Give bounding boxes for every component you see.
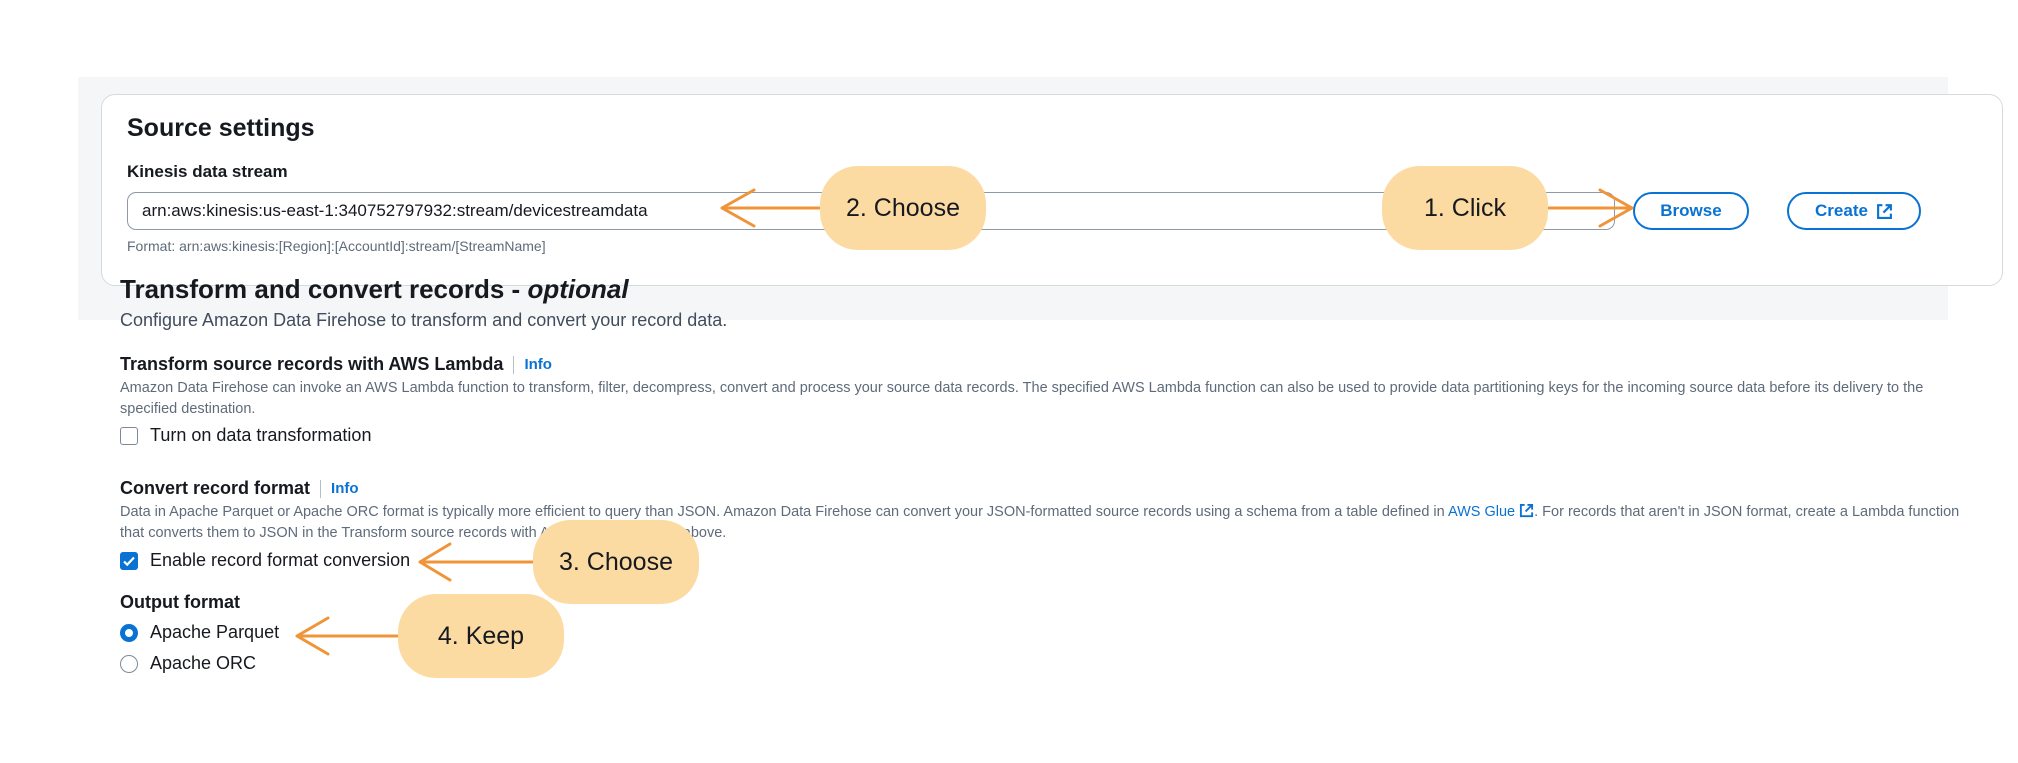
apache-orc-radio[interactable] (120, 654, 138, 673)
lambda-section-title: Transform source records with AWS Lambda… (120, 354, 552, 375)
convert-section-description: Data in Apache Parquet or Apache ORC for… (120, 502, 1960, 544)
radio-option-apache-parquet[interactable]: Apache Parquet (120, 622, 279, 643)
lambda-section-description: Amazon Data Firehose can invoke an AWS L… (120, 380, 1924, 417)
source-settings-title: Source settings (127, 114, 315, 142)
apache-parquet-label: Apache Parquet (150, 622, 280, 642)
data-transformation-checkbox[interactable] (120, 426, 138, 445)
record-format-conversion-checkbox[interactable] (120, 551, 138, 570)
callout-step-1: 1. Click (1382, 166, 1548, 250)
create-button[interactable]: Create (1787, 192, 1921, 230)
transform-section-description: Configure Amazon Data Firehose to transf… (120, 310, 728, 330)
source-settings-card (101, 94, 2003, 286)
convert-description-part1: Data in Apache Parquet or Apache ORC for… (120, 504, 1448, 520)
browse-button-label: Browse (1660, 201, 1722, 220)
apache-orc-label: Apache ORC (150, 653, 257, 673)
record-format-conversion-label: Enable record format conversion (150, 550, 411, 570)
radio-option-apache-orc[interactable]: Apache ORC (120, 653, 256, 674)
title-divider (320, 479, 322, 498)
transform-section-title: Transform and convert records - optional (120, 274, 629, 305)
title-divider (513, 355, 515, 374)
callout-step-3: 3. Choose (533, 520, 699, 604)
optional-label: optional (527, 274, 629, 304)
record-format-conversion-checkbox-row[interactable]: Enable record format conversion (120, 550, 410, 571)
convert-info-link[interactable]: Info (331, 480, 359, 497)
callout-step-4: 4. Keep (398, 594, 564, 678)
aws-glue-link[interactable]: AWS Glue (1447, 503, 1534, 520)
checkmark-icon (123, 556, 135, 566)
data-transformation-checkbox-label: Turn on data transformation (150, 425, 372, 445)
apache-parquet-radio[interactable] (120, 623, 138, 642)
data-transformation-checkbox-row[interactable]: Turn on data transformation (120, 425, 371, 446)
aws-glue-link-text: AWS Glue (1447, 504, 1516, 520)
create-button-label: Create (1815, 201, 1868, 220)
browse-button[interactable]: Browse (1633, 192, 1749, 230)
kinesis-stream-label: Kinesis data stream (127, 162, 288, 181)
lambda-info-link[interactable]: Info (524, 356, 552, 373)
callout-step-2: 2. Choose (820, 166, 986, 250)
convert-section-title: Convert record format Info (120, 478, 359, 499)
external-link-icon (1877, 203, 1892, 219)
stream-format-hint: Format: arn:aws:kinesis:[Region]:[Accoun… (127, 238, 546, 254)
lambda-section-title-text: Transform source records with AWS Lambda (120, 354, 504, 374)
transform-title-text: Transform and convert records - (120, 274, 528, 304)
arrow-to-conversion-checkbox (418, 542, 537, 582)
convert-section-title-text: Convert record format (120, 478, 311, 498)
external-link-icon (1520, 503, 1534, 518)
arrow-to-parquet-radio (295, 616, 402, 656)
output-format-label: Output format (120, 592, 240, 612)
